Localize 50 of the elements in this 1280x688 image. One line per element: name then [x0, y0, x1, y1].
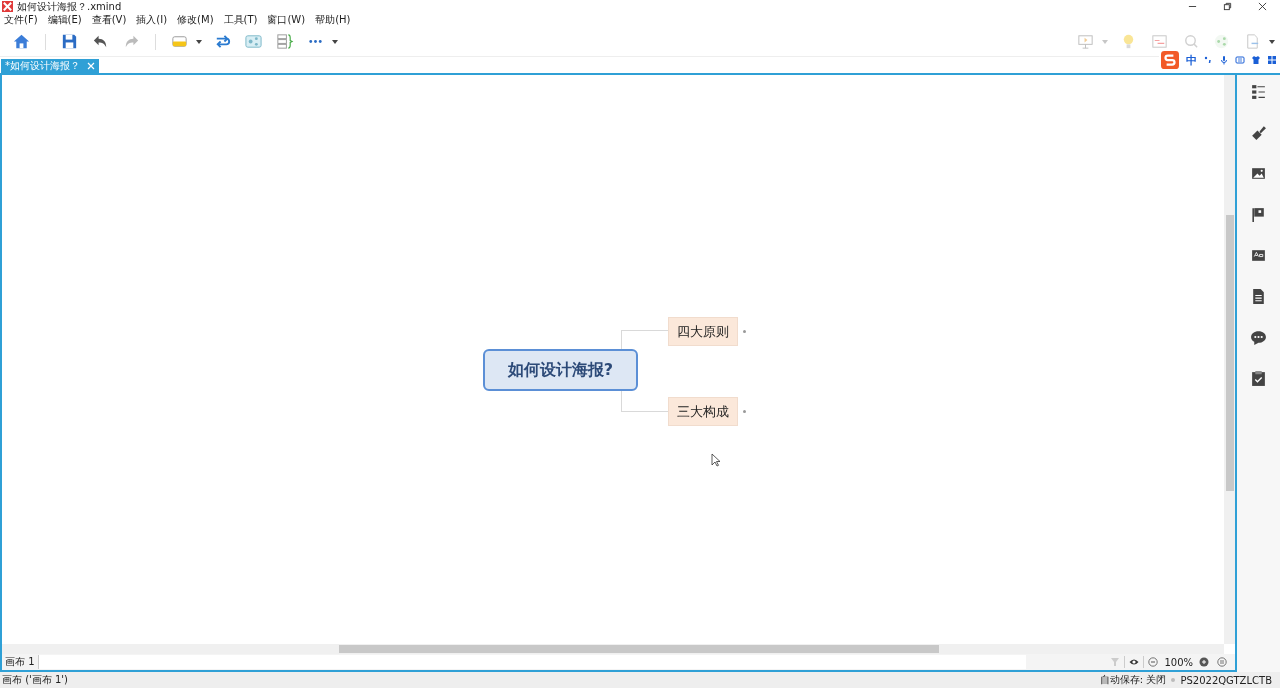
menu-item[interactable]: 帮助(H) [315, 13, 351, 27]
save-icon[interactable] [60, 32, 79, 51]
close-icon[interactable] [1258, 2, 1267, 11]
user-name: PS2022QGTZLCTB [1180, 674, 1272, 686]
image-icon[interactable] [1250, 165, 1267, 182]
ime-logo-icon[interactable] [1161, 51, 1179, 69]
caret-icon[interactable] [195, 37, 203, 46]
mouse-cursor-icon [711, 453, 721, 467]
flag-icon[interactable] [1250, 206, 1267, 223]
zoom-level: 100% [1164, 656, 1193, 668]
eye-icon[interactable] [1129, 657, 1140, 667]
menu-item[interactable]: 编辑(E) [47, 13, 82, 27]
restore-icon[interactable] [1223, 2, 1232, 11]
text-style-icon[interactable] [1250, 247, 1267, 264]
menu-item[interactable]: 文件(F) [4, 13, 38, 27]
status-text: 画布 ('画布 1') [2, 673, 69, 687]
home-icon[interactable] [12, 32, 31, 51]
outline-icon[interactable] [1250, 83, 1267, 100]
subtopic[interactable]: 四大原则 [668, 317, 738, 346]
vertical-scrollbar[interactable] [1224, 75, 1235, 644]
menu-item[interactable]: 工具(T) [223, 13, 258, 27]
zoom-out-icon[interactable] [1148, 657, 1159, 667]
subtopic[interactable]: 三大构成 [668, 397, 738, 426]
task-icon[interactable] [1250, 370, 1267, 387]
summary-icon[interactable] [275, 32, 294, 51]
menu-item[interactable]: 查看(V) [91, 13, 127, 27]
collapse-dot[interactable] [743, 410, 746, 413]
window-title: 如何设计海报？.xmind [17, 0, 122, 14]
menu-item[interactable]: 修改(M) [177, 13, 214, 27]
central-topic[interactable]: 如何设计海报? [483, 349, 638, 391]
brush-icon[interactable] [1250, 124, 1267, 141]
shirt-icon[interactable] [1251, 55, 1261, 65]
fit-icon[interactable] [1217, 657, 1227, 667]
sheet-tab[interactable]: 画布 1 [2, 655, 39, 669]
collapse-dot[interactable] [743, 330, 746, 333]
note-icon[interactable] [1250, 288, 1267, 305]
menu-item[interactable]: 插入(I) [136, 13, 168, 27]
input-mode[interactable]: 中 [1186, 52, 1197, 68]
autosave-status: 自动保存: 关闭 [1099, 673, 1167, 687]
status-dot-icon [1171, 678, 1176, 682]
zoom-in-icon[interactable] [1199, 657, 1209, 667]
caret-icon[interactable] [331, 37, 339, 46]
caret-icon[interactable] [1268, 37, 1276, 46]
microphone-icon[interactable] [1219, 55, 1229, 65]
comment-icon[interactable] [1250, 329, 1267, 346]
grid-icon[interactable] [1267, 55, 1277, 65]
punctuation-icon[interactable] [1203, 55, 1213, 65]
horizontal-scrollbar[interactable] [2, 644, 1224, 654]
menu-item[interactable]: 窗口(W) [267, 13, 306, 27]
keyboard-icon[interactable] [1235, 55, 1245, 65]
